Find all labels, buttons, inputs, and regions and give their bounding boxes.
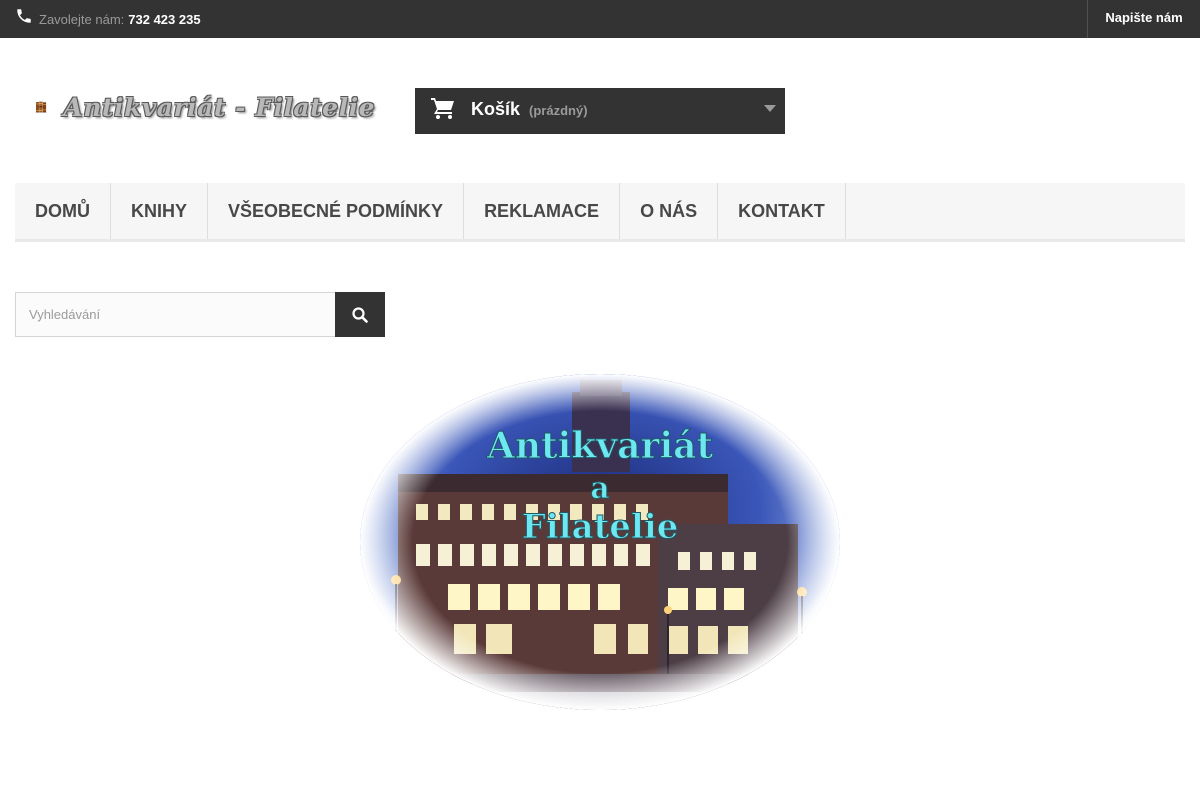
banner-title-line2: a — [590, 471, 609, 506]
banner-title-line1: Antikvariát — [486, 425, 714, 467]
cart-state: (prázdný) — [529, 102, 588, 118]
banner-title-line3: Filatelie — [522, 507, 679, 547]
menu-item-home[interactable]: Domů — [15, 183, 111, 239]
call-us: Zavolejte nám: 732 423 235 — [15, 0, 201, 38]
search-button[interactable] — [335, 292, 385, 337]
contact-us-link[interactable]: Napište nám — [1087, 0, 1200, 38]
search-icon — [352, 306, 368, 323]
cart-button[interactable]: Košík (prázdný) — [415, 88, 785, 134]
menu-item-about[interactable]: O nás — [620, 183, 719, 239]
search-box — [15, 292, 385, 337]
call-label: Zavolejte nám: — [39, 11, 125, 27]
logo-text: Antikvariát - Filatelie — [63, 92, 375, 122]
phone-number[interactable]: 732 423 235 — [128, 12, 200, 27]
menu-item-books[interactable]: Knihy — [111, 183, 209, 239]
shop-logo[interactable]: Antikvariát - Filatelie — [35, 78, 375, 136]
menu-item-contact[interactable]: Kontakt — [718, 183, 846, 239]
chevron-down-icon — [764, 105, 776, 112]
cart-title: Košík — [471, 98, 521, 119]
books-icon — [35, 101, 47, 113]
shopping-cart-icon — [431, 98, 454, 119]
top-bar: Zavolejte nám: 732 423 235 Napište nám — [0, 0, 1200, 38]
menu-item-complaints[interactable]: Reklamace — [464, 183, 621, 239]
menu-item-terms[interactable]: Všeobecné podmínky — [208, 183, 465, 239]
main-menu: Domů Knihy Všeobecné podmínky Reklamace … — [15, 183, 1185, 242]
search-input[interactable] — [15, 292, 335, 337]
banner-image: Antikvariát a Filatelie — [360, 374, 840, 710]
phone-icon — [17, 9, 31, 23]
